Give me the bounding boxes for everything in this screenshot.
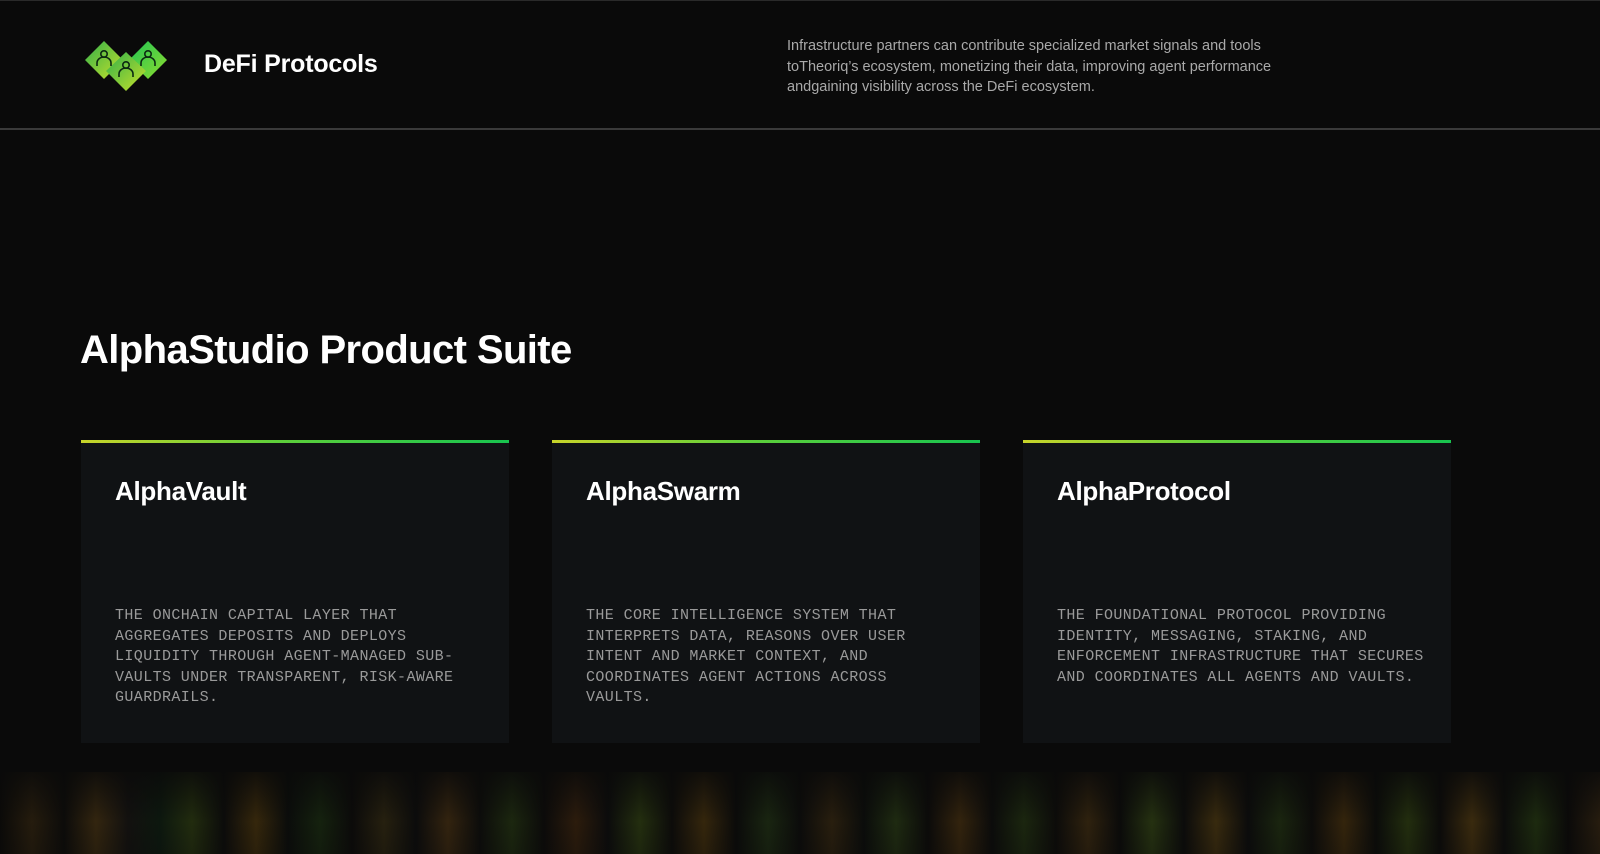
card-accent-bar [552,440,980,443]
product-card-alphaprotocol: AlphaProtocol THE FOUNDATIONAL PROTOCOL … [1023,440,1451,743]
group-of-people-diamond-icon [84,40,170,92]
card-description: THE FOUNDATIONAL PROTOCOL PROVIDING IDEN… [1057,607,1424,686]
product-card-alphavault: AlphaVault THE ONCHAIN CAPITAL LAYER THA… [81,440,509,743]
decorative-footer-fade [0,772,1600,854]
card-title: AlphaSwarm [586,476,741,506]
card-accent-bar [1023,440,1451,443]
header-description: Infrastructure partners can contribute s… [787,38,1272,95]
card-accent-bar [81,440,509,443]
card-description: THE ONCHAIN CAPITAL LAYER THAT AGGREGATE… [115,607,454,706]
page-title: DeFi Protocols [204,50,378,78]
header: DeFi Protocols Infrastructure partners c… [0,0,1600,130]
card-title: AlphaProtocol [1057,476,1231,506]
section-title: AlphaStudio Product Suite [80,328,572,372]
card-description: THE CORE INTELLIGENCE SYSTEM THAT INTERP… [586,607,906,706]
card-title: AlphaVault [115,476,247,506]
product-card-alphaswarm: AlphaSwarm THE CORE INTELLIGENCE SYSTEM … [552,440,980,743]
